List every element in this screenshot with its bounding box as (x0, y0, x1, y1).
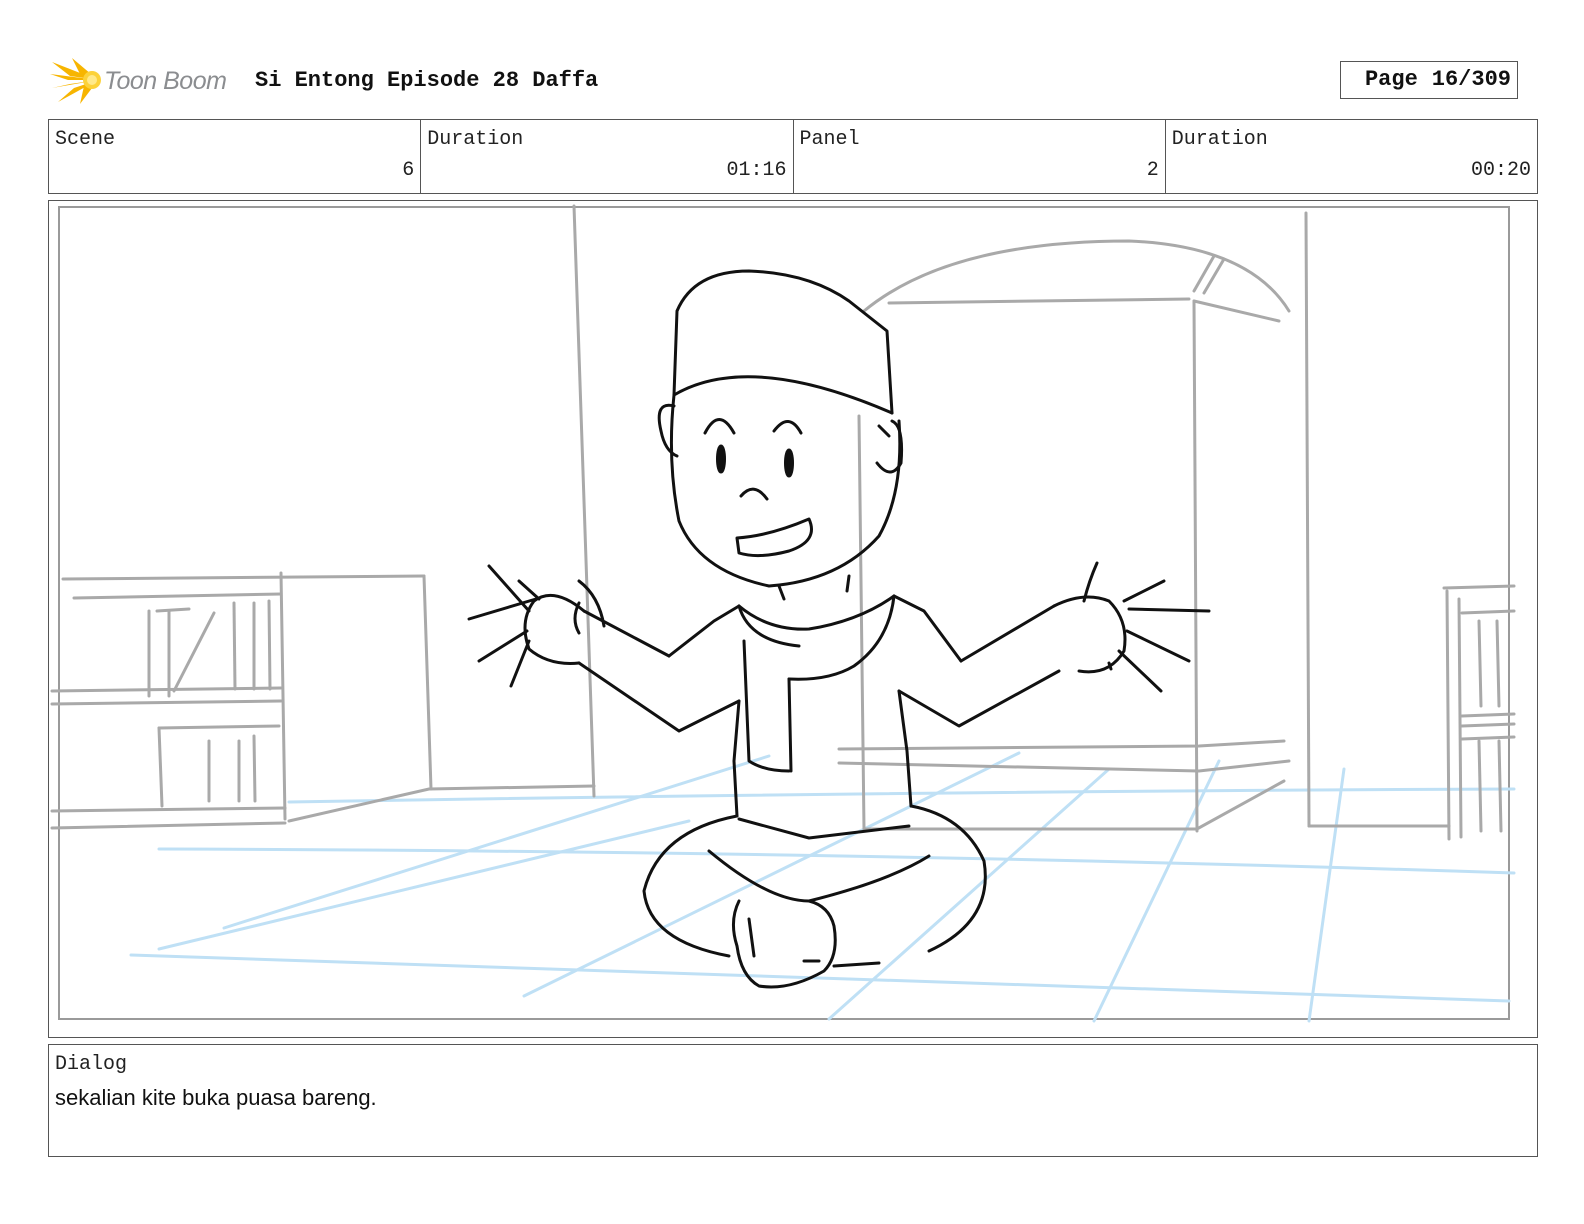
toon-boom-logo: Toon Boom (50, 56, 240, 106)
page-label: Page (1364, 67, 1418, 92)
starburst-icon (50, 58, 101, 104)
panel-info-row: Scene 6 Duration 01:16 Panel 2 Duration … (48, 119, 1538, 194)
logo-text: Toon Boom (104, 67, 227, 95)
panel-label: Panel (799, 128, 860, 151)
panel-sketch (50, 204, 1516, 1023)
scene-label: Scene (55, 128, 116, 151)
scene-duration-value: 01:16 (726, 159, 787, 182)
scene-cell: Scene 6 (49, 120, 422, 193)
bookshelf-left (50, 571, 596, 830)
scene-duration-label: Duration (427, 128, 524, 151)
panel-duration-value: 00:20 (1470, 159, 1531, 182)
scene-duration-cell: Duration 01:16 (421, 120, 794, 193)
scene-value: 6 (402, 159, 415, 182)
panel-duration-label: Duration (1171, 128, 1268, 151)
project-title: Si Entong Episode 28 Daffa (255, 68, 599, 93)
page-number: 16/309 (1431, 67, 1511, 92)
floor-grid (129, 751, 1516, 1023)
dialog-text: sekalian kite buka puasa bareng. (55, 1085, 377, 1110)
panel-cell: Panel 2 (794, 120, 1166, 193)
page-indicator: Page 16/309 (1340, 61, 1518, 99)
storyboard-header: Toon Boom Si Entong Episode 28 Daffa Pag… (50, 52, 1540, 104)
dialog-label: Dialog (55, 1053, 128, 1076)
panel-duration-cell: Duration 00:20 (1166, 120, 1537, 193)
room-structure (572, 204, 1516, 841)
panel-value: 2 (1146, 159, 1159, 182)
dialog-box: Dialog sekalian kite buka puasa bareng. (48, 1044, 1538, 1157)
panel-frame (48, 200, 1538, 1038)
